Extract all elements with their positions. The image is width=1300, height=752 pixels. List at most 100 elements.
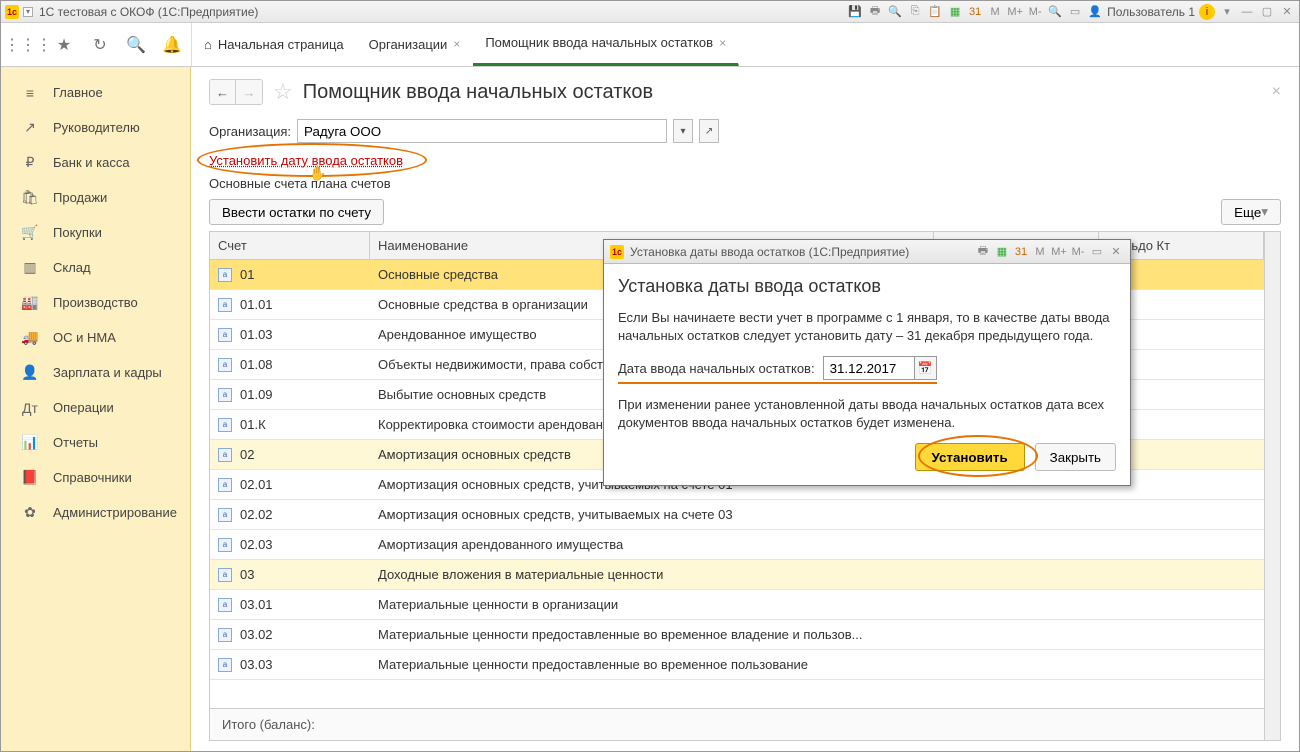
table-row[interactable]: a02.02Амортизация основных средств, учит… — [210, 500, 1264, 530]
sidebar-item-7[interactable]: 🚚 ОС и НМА — [1, 320, 190, 355]
star-icon[interactable]: ★ — [55, 36, 73, 54]
cell-name: Материальные ценности в организации — [370, 597, 934, 612]
org-open-icon[interactable]: ↗ — [699, 119, 719, 143]
sidebar-label: Администрирование — [53, 505, 177, 520]
sidebar-item-4[interactable]: 🛒Покупки — [1, 215, 190, 250]
tab-organizations[interactable]: Организации × — [357, 22, 474, 66]
dialog-heading: Установка даты ввода остатков — [618, 276, 1116, 297]
account-icon: a — [218, 268, 232, 282]
m-plus-icon[interactable]: M+ — [1007, 4, 1023, 20]
table-row[interactable]: a02.03Амортизация арендованного имуществ… — [210, 530, 1264, 560]
col-account[interactable]: Счет — [210, 232, 370, 259]
sidebar-item-5[interactable]: ▥Склад — [1, 250, 190, 285]
enter-balances-button[interactable]: Ввести остатки по счету — [209, 199, 384, 225]
sidebar-label: ОС и НМА — [53, 330, 116, 345]
sidebar-item-8[interactable]: 👤Зарплата и кадры — [1, 355, 190, 390]
set-date-link[interactable]: Установить дату ввода остатков ✋ — [209, 153, 403, 168]
bell-icon[interactable]: 🔔 — [163, 36, 181, 54]
table-row[interactable]: a03.02Материальные ценности предоставлен… — [210, 620, 1264, 650]
info-dd-icon[interactable]: ▾ — [1219, 4, 1235, 20]
sidebar-icon: Дт — [21, 399, 39, 417]
sidebar-label: Продажи — [53, 190, 107, 205]
user-icon: 👤 — [1087, 4, 1103, 20]
account-icon: a — [218, 538, 232, 552]
apps-icon[interactable]: ⋮⋮⋮ — [19, 36, 37, 54]
cell-account: 02 — [240, 447, 254, 462]
sidebar-item-11[interactable]: 📕 Справочники — [1, 460, 190, 495]
organization-input[interactable] — [297, 119, 667, 143]
sidebar-icon: 👤 — [21, 364, 39, 382]
zoom-icon[interactable]: 🔍 — [1047, 4, 1063, 20]
dlg-m-icon[interactable]: M — [1032, 244, 1048, 260]
account-icon: a — [218, 358, 232, 372]
sidebar-item-10[interactable]: 📊Отчеты — [1, 425, 190, 460]
save-icon[interactable]: 💾 — [847, 4, 863, 20]
favorite-star-icon[interactable]: ☆ — [273, 79, 293, 105]
dlg-mplus-icon[interactable]: M+ — [1051, 244, 1067, 260]
close-page-icon[interactable]: × — [1272, 83, 1281, 101]
section-subhead: Основные счета плана счетов — [209, 176, 1281, 191]
dlg-grid-icon[interactable]: ▦ — [994, 244, 1010, 260]
sidebar-item-6[interactable]: 🏭 Производство — [1, 285, 190, 320]
print-preview-icon[interactable]: 🔍 — [887, 4, 903, 20]
dlg-print-icon[interactable]: 🖶 — [975, 244, 991, 260]
sidebar-item-1[interactable]: ↗Руководителю — [1, 110, 190, 145]
sidebar-icon: ↗ — [21, 119, 39, 137]
windows-icon[interactable]: ▭ — [1067, 4, 1083, 20]
sidebar-item-2[interactable]: ₽Банк и касса — [1, 145, 190, 180]
table-row[interactable]: a03.03Материальные ценности предоставлен… — [210, 650, 1264, 680]
sidebar-item-12[interactable]: ✿Администрирование — [1, 495, 190, 530]
user-name[interactable]: Пользователь 1 — [1107, 5, 1195, 19]
sidebar-icon: 📕 — [21, 469, 39, 487]
close-window-icon[interactable]: ✕ — [1279, 4, 1295, 20]
set-button[interactable]: Установить — [915, 443, 1025, 471]
sidebar-item-9[interactable]: ДтОперации — [1, 390, 190, 425]
m-minus-icon[interactable]: M- — [1027, 4, 1043, 20]
cell-name: Материальные ценности предоставленные во… — [370, 657, 934, 672]
info-icon[interactable]: i — [1199, 4, 1215, 20]
tab-org-label: Организации — [369, 37, 448, 52]
m-icon[interactable]: M — [987, 4, 1003, 20]
paste-icon[interactable]: 📋 — [927, 4, 943, 20]
tab-assistant[interactable]: Помощник ввода начальных остатков × — [473, 22, 739, 66]
dlg-close-icon[interactable]: ✕ — [1108, 244, 1124, 260]
table-row[interactable]: a03Доходные вложения в материальные ценн… — [210, 560, 1264, 590]
date-input[interactable] — [824, 357, 914, 379]
search-icon[interactable]: 🔍 — [127, 36, 145, 54]
dlg-mminus-icon[interactable]: M- — [1070, 244, 1086, 260]
close-icon[interactable]: × — [453, 37, 460, 51]
dlg-restore-icon[interactable]: ▭ — [1089, 244, 1105, 260]
account-icon: a — [218, 658, 232, 672]
calendar-icon[interactable]: ▦ — [947, 4, 963, 20]
org-dropdown-icon[interactable]: ▾ — [673, 119, 693, 143]
more-button[interactable]: Еще — [1221, 199, 1281, 225]
table-row[interactable]: a03.01Материальные ценности в организаци… — [210, 590, 1264, 620]
copy-icon[interactable]: ⎘ — [907, 4, 923, 20]
maximize-icon[interactable]: ▢ — [1259, 4, 1275, 20]
sidebar-label: Главное — [53, 85, 103, 100]
sidebar-icon: 🏭 — [21, 294, 39, 312]
history-icon[interactable]: ↻ — [91, 36, 109, 54]
app-logo-icon: 1c — [5, 5, 19, 19]
sidebar-item-3[interactable]: 🛍Продажи — [1, 180, 190, 215]
cell-account: 02.02 — [240, 507, 273, 522]
minimize-icon[interactable]: — — [1239, 4, 1255, 20]
sidebar-label: Справочники — [53, 470, 132, 485]
close-button[interactable]: Закрыть — [1035, 443, 1116, 471]
print-icon[interactable]: 🖶 — [867, 4, 883, 20]
close-icon[interactable]: × — [719, 36, 726, 50]
vertical-scrollbar[interactable] — [1264, 232, 1280, 740]
tab-assistant-label: Помощник ввода начальных остатков — [485, 35, 713, 50]
system-menu-icon[interactable]: ▾ — [23, 7, 33, 17]
sidebar-item-0[interactable]: ≡Главное — [1, 75, 190, 110]
back-button[interactable]: ← — [210, 80, 236, 104]
cell-name: Амортизация арендованного имущества — [370, 537, 934, 552]
calendar-picker-icon[interactable]: 📅 — [914, 357, 936, 379]
calendar31-icon[interactable]: 31 — [967, 4, 983, 20]
cell-account: 01.03 — [240, 327, 273, 342]
sidebar-label: Производство — [53, 295, 138, 310]
tab-home[interactable]: ⌂ Начальная страница — [192, 22, 357, 66]
dialog-text-1: Если Вы начинаете вести учет в программе… — [618, 309, 1116, 344]
sidebar-icon: 🚚 — [21, 329, 39, 347]
dlg-cal31-icon[interactable]: 31 — [1013, 244, 1029, 260]
